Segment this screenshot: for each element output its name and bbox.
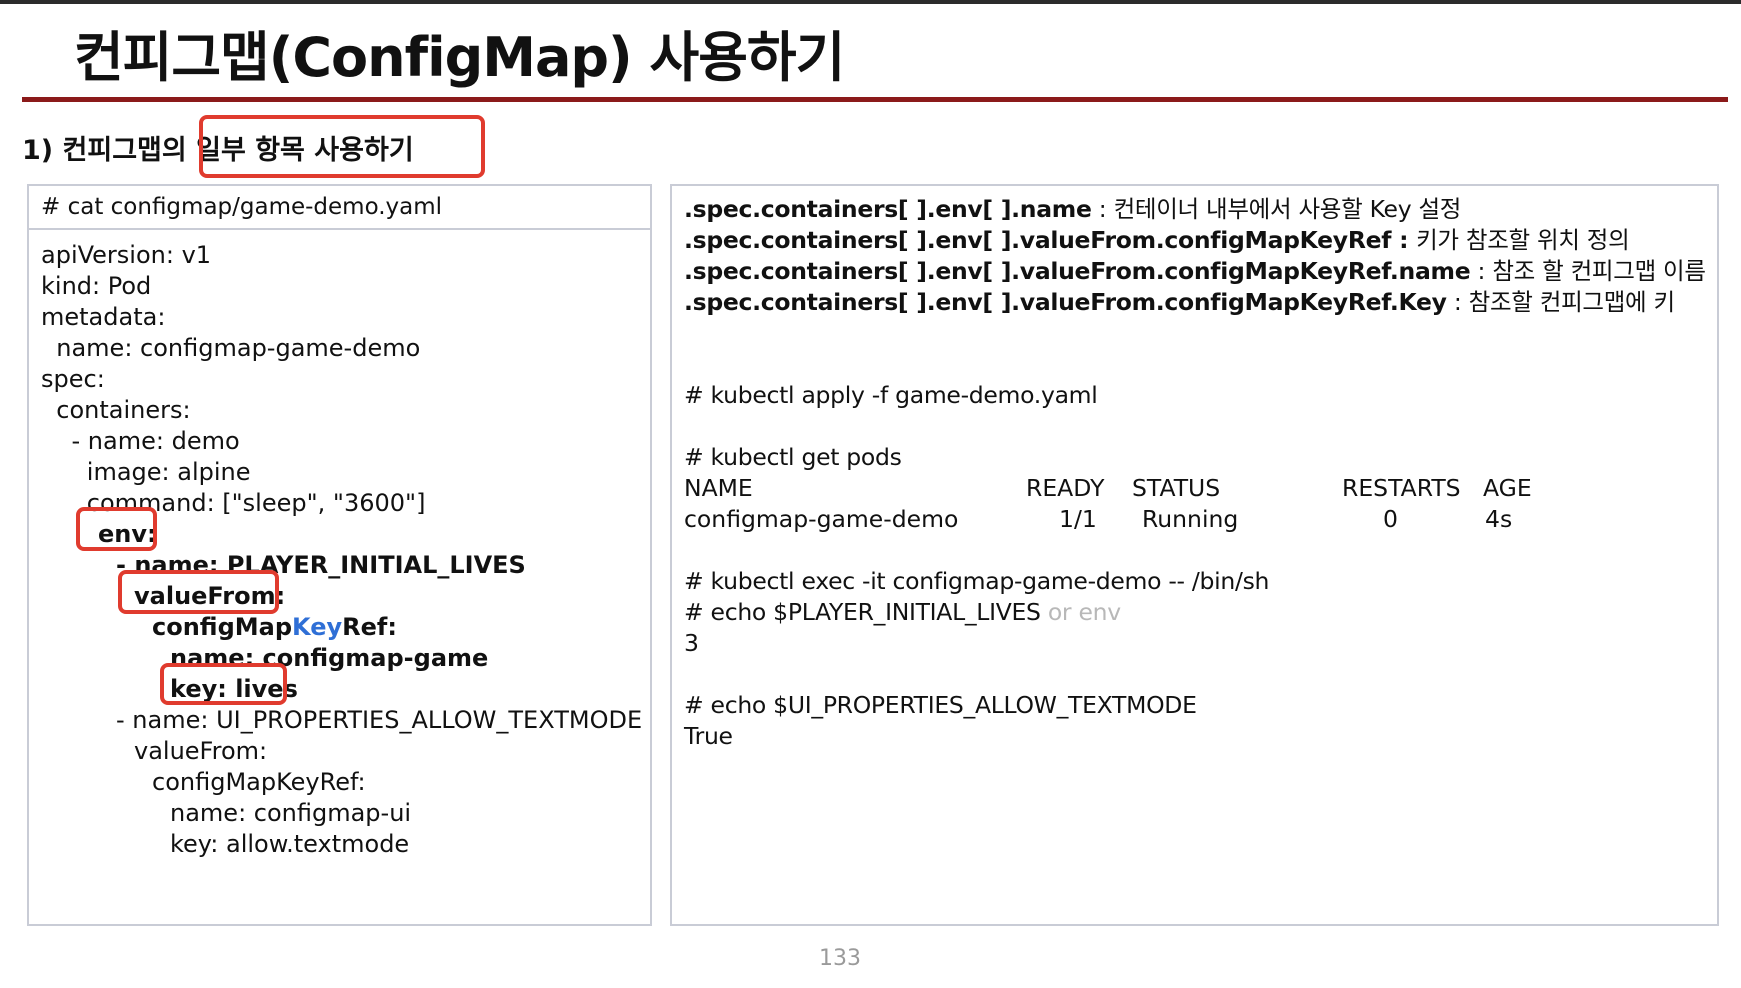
spec-sep: : (1091, 195, 1114, 223)
cell-name: configmap-game-demo (684, 505, 959, 533)
col-header-status: STATUS (1132, 474, 1221, 502)
code-line: containers: (41, 396, 191, 424)
code-line: name: configmap-ui (170, 799, 412, 827)
pods-table-header: NAME READY STATUS RESTARTS AGE (684, 473, 1705, 504)
spec-sep: : (1470, 257, 1493, 285)
cell-restarts: 0 (1383, 505, 1398, 533)
slide-title: 컨피그맵(ConfigMap) 사용하기 (74, 26, 845, 89)
spec-key: .spec.containers[ ].env[ ].valueFrom.con… (684, 257, 1471, 285)
spec-key: .spec.containers[ ].env[ ].valueFrom.con… (684, 288, 1447, 316)
command-output: 3 (684, 629, 699, 657)
code-line: configMapKeyRef: (41, 612, 638, 643)
spec-sep: : (1391, 226, 1417, 254)
env-highlight-frame (76, 507, 157, 551)
code-line: kind: Pod (41, 272, 152, 300)
code-line: name: configmap-game-demo (41, 334, 421, 362)
commands-panel: .spec.containers[ ].env[ ].name : 컨테이너 내… (670, 184, 1719, 926)
code-line: metadata: (41, 303, 166, 331)
cell-status: Running (1142, 505, 1239, 533)
code-token-key: Key (292, 613, 343, 641)
spec-key: .spec.containers[ ].env[ ].valueFrom.con… (684, 226, 1392, 254)
spec-line: .spec.containers[ ].env[ ].valueFrom.con… (684, 256, 1706, 287)
pods-table-row: configmap-game-demo 1/1 Running 0 4s (684, 504, 1705, 535)
code-line: spec: (41, 365, 105, 393)
subtitle-highlight-frame (199, 115, 485, 178)
spec-sep: : (1446, 288, 1469, 316)
code-line: apiVersion: v1 (41, 241, 212, 269)
spec-desc: 참조 할 컨피그맵 이름 (1492, 257, 1706, 285)
code-line: image: alpine (41, 458, 251, 486)
spec-desc: 키가 참조할 위치 정의 (1416, 226, 1630, 254)
code-token: configMap (152, 613, 293, 641)
key-highlight-frame (160, 663, 287, 705)
command-line: # kubectl apply -f game-demo.yaml (684, 381, 1098, 409)
col-header-age: AGE (1483, 474, 1532, 502)
command-line: # echo $UI_PROPERTIES_ALLOW_TEXTMODE (684, 691, 1197, 719)
spec-line: .spec.containers[ ].env[ ].name : 컨테이너 내… (684, 194, 1705, 225)
cell-ready: 1/1 (1059, 505, 1097, 533)
cell-age: 4s (1485, 505, 1513, 533)
spec-desc: 컨테이너 내부에서 사용할 Key 설정 (1113, 195, 1462, 223)
commands-content: .spec.containers[ ].env[ ].name : 컨테이너 내… (672, 186, 1717, 752)
spec-desc: 참조할 컨피그맵에 키 (1468, 288, 1676, 316)
code-line: valueFrom: (134, 737, 268, 765)
subtitle-prefix: 1) 컨피그맵의 (22, 135, 197, 166)
command-line: # echo $PLAYER_INITIAL_LIVES or env (684, 597, 1705, 628)
code-line: key: allow.textmode (170, 830, 410, 858)
code-line: - name: UI_PROPERTIES_ALLOW_TEXTMODE (116, 706, 643, 734)
title-underline (22, 97, 1728, 102)
spec-key: .spec.containers[ ].env[ ].name (684, 195, 1092, 223)
command-text: # echo $PLAYER_INITIAL_LIVES (684, 598, 1041, 626)
col-header-ready: READY (1026, 474, 1105, 502)
command-line: # kubectl exec -it configmap-game-demo -… (684, 567, 1270, 595)
code-token: Ref: (342, 613, 397, 641)
code-line-key: key: lives (170, 675, 298, 703)
col-header-restarts: RESTARTS (1342, 474, 1461, 502)
command-line: # kubectl get pods (684, 443, 902, 471)
spec-line: .spec.containers[ ].env[ ].valueFrom.con… (684, 225, 1705, 256)
command-output: True (684, 722, 733, 750)
page-number: 133 (819, 946, 861, 971)
code-line: configMapKeyRef: (152, 768, 366, 796)
yaml-panel-header: # cat configmap/game-demo.yaml (29, 186, 650, 230)
command-hint: or env (1047, 598, 1121, 626)
code-line: name: configmap-game (170, 644, 489, 672)
code-line: - name: demo (41, 427, 240, 455)
col-header-name: NAME (684, 474, 753, 502)
yaml-panel: # cat configmap/game-demo.yaml apiVersio… (27, 184, 652, 926)
spec-line: .spec.containers[ ].env[ ].valueFrom.con… (684, 287, 1705, 318)
top-bar (0, 0, 1741, 4)
valuefrom-highlight-frame (118, 570, 279, 614)
